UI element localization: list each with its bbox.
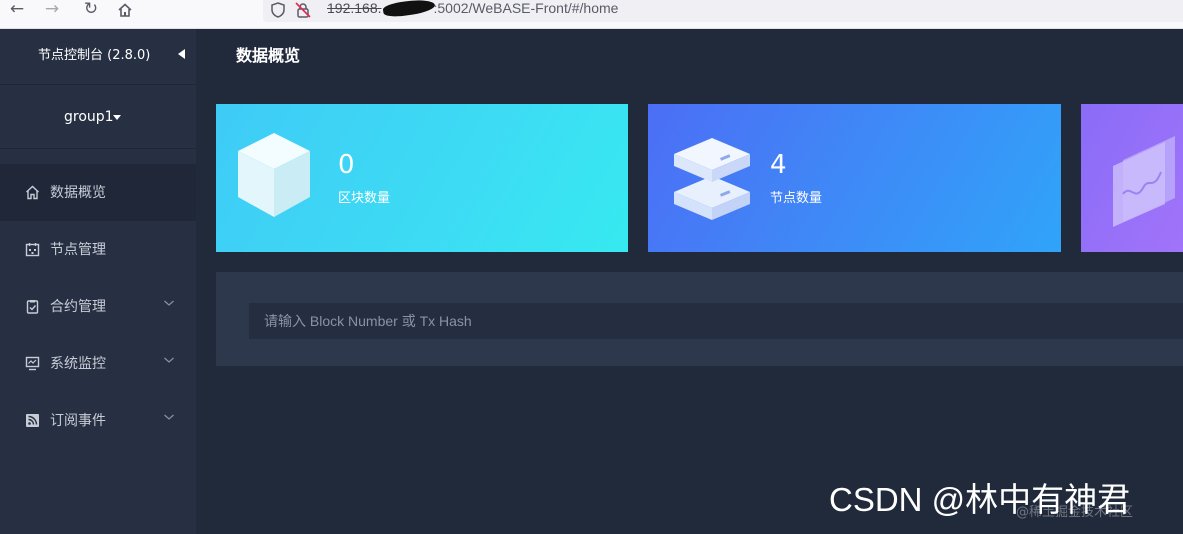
- collapse-sidebar-icon[interactable]: [178, 49, 185, 59]
- block-count-value: 0: [338, 150, 355, 180]
- main-content: 数据概览 0 区块数量 4 节点数量: [196, 29, 1183, 534]
- chevron-down-icon[interactable]: [163, 412, 175, 422]
- sidebar-item-monitoring[interactable]: 系统监控: [0, 335, 196, 392]
- block-count-label: 区块数量: [338, 191, 391, 206]
- monitor-icon: [25, 356, 40, 371]
- page-title: 数据概览: [236, 46, 301, 65]
- chevron-down-icon[interactable]: [163, 355, 175, 365]
- chevron-down-icon[interactable]: [163, 298, 175, 308]
- sidebar-item-label: 节点管理: [50, 242, 106, 258]
- sidebar-item-events[interactable]: 订阅事件: [0, 392, 196, 449]
- search-panel: [216, 272, 1183, 366]
- url-host: 192.168.: [327, 0, 382, 16]
- caret-down-icon[interactable]: [113, 115, 121, 120]
- sidebar-item-label: 系统监控: [50, 356, 106, 372]
- home-icon: [26, 185, 39, 200]
- node-count-label: 节点数量: [770, 191, 823, 206]
- home-button-icon[interactable]: [114, 0, 136, 20]
- browser-toolbar: ← → ↻ 192.168. :5002/WeBASE-Front/#/home: [0, 0, 1183, 29]
- url-text[interactable]: 192.168. :5002/WeBASE-Front/#/home: [327, 0, 618, 16]
- block-count-card: 0 区块数量: [216, 104, 628, 252]
- cube-icon: [238, 133, 310, 217]
- sidebar-item-overview[interactable]: 数据概览: [0, 164, 196, 221]
- address-bar[interactable]: 192.168. :5002/WeBASE-Front/#/home: [263, 0, 1183, 22]
- back-arrow-icon[interactable]: ←: [6, 0, 28, 20]
- group-selector-label[interactable]: group1: [64, 108, 114, 126]
- sidebar-item-label: 数据概览: [50, 185, 106, 201]
- sidebar-item-contracts[interactable]: 合约管理: [0, 278, 196, 335]
- tracking-shield-icon[interactable]: [271, 2, 285, 18]
- calendar-icon: [25, 243, 40, 257]
- juejin-watermark: @稀土掘金技术社区: [1016, 505, 1134, 520]
- group-selector[interactable]: group1: [0, 85, 196, 149]
- insecure-lock-icon[interactable]: [295, 2, 311, 18]
- clipboard-icon: [26, 300, 39, 314]
- server-icon: [674, 138, 750, 220]
- sidebar-item-nodes[interactable]: 节点管理: [0, 221, 196, 278]
- forward-arrow-icon[interactable]: →: [41, 0, 63, 20]
- chart-panel-icon: [1113, 136, 1175, 227]
- reload-icon[interactable]: ↻: [80, 0, 102, 20]
- url-path: :5002/WeBASE-Front/#/home: [433, 0, 619, 16]
- sidebar-header: 节点控制台 (2.8.0): [0, 29, 196, 85]
- sidebar-item-label: 合约管理: [50, 299, 106, 315]
- node-count-card: 4 节点数量: [648, 104, 1061, 252]
- block-tx-search-input[interactable]: [249, 303, 1183, 339]
- app-title: 节点控制台 (2.8.0): [38, 48, 151, 63]
- node-count-value: 4: [770, 150, 787, 180]
- transaction-card: [1081, 104, 1183, 252]
- sidebar-item-label: 订阅事件: [50, 413, 106, 429]
- rss-icon: [26, 414, 39, 427]
- sidebar: 节点控制台 (2.8.0) group1 数据概览 节点管理 合约管理 系统监控…: [0, 29, 196, 534]
